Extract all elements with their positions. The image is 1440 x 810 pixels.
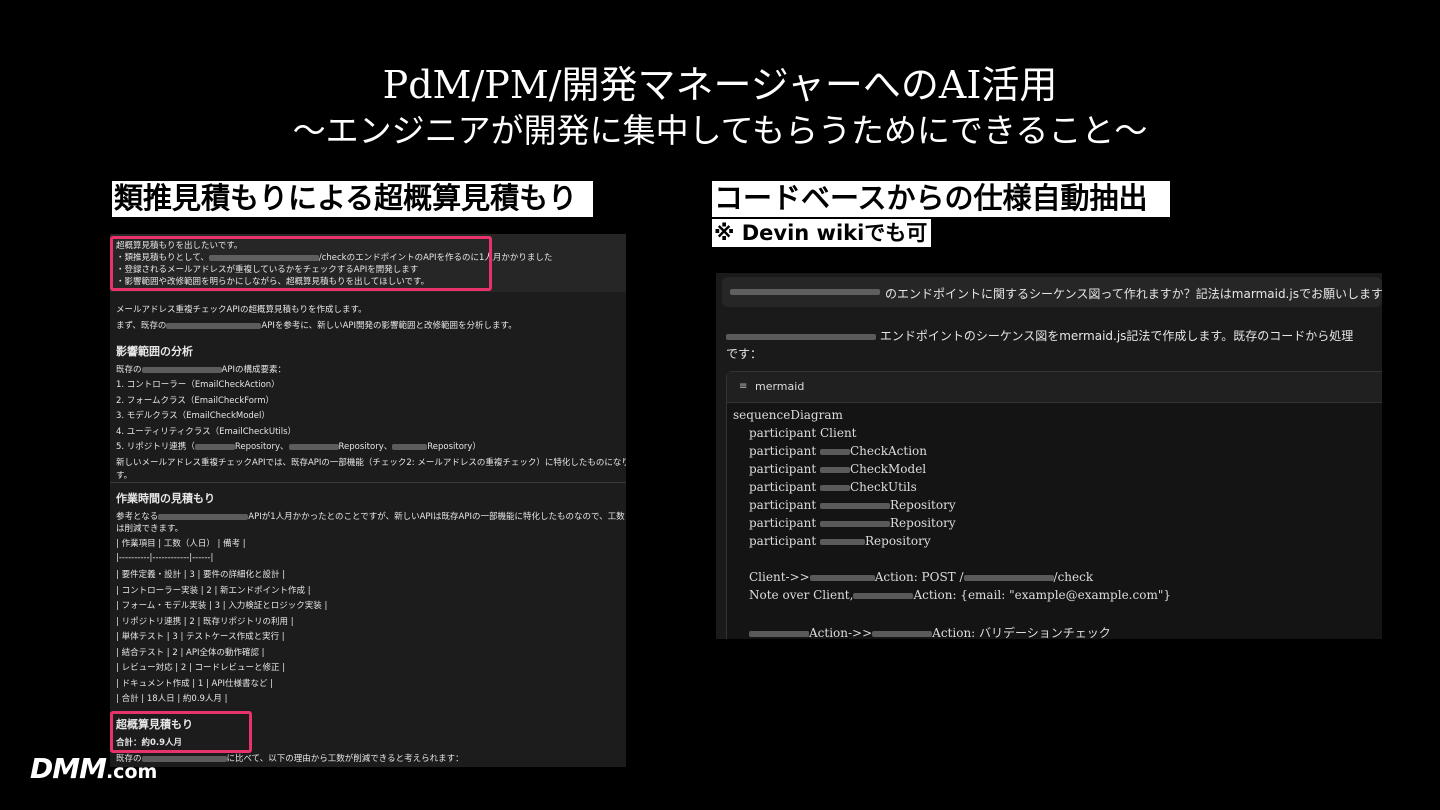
response-intro: メールアドレス重複チェックAPIの超概算見積もりを作成します。 [116, 305, 367, 315]
table-row: | 単体テスト | 3 | テストケース作成と実行 | [116, 632, 285, 642]
table-row: | フォーム・モデル実装 | 3 | 入力検証とロジック実装 | [116, 601, 328, 611]
divider [110, 482, 626, 483]
code-line: participant Client [749, 426, 857, 440]
table-row: | ドキュメント作成 | 1 | API仕様書など | [116, 679, 274, 689]
impact-note: す。 [116, 471, 133, 481]
right-section-note: ※ Devin wikiでも可 [712, 219, 931, 247]
table-row: |----------|------------|------| [116, 553, 214, 563]
table-row: | 作業項目 | 工数（人日） | 備考 | [116, 539, 246, 549]
total-highlight-box [110, 711, 252, 753]
dmm-logo: DMM.com [30, 752, 158, 785]
sequence-diagram-chat-screenshot: のエンドポイントに関するシーケンス図って作れますか？記法はmarmaid.jsで… [716, 273, 1382, 639]
code-line: Client->> Action: POST //check [749, 570, 1094, 584]
response-intro: まず、既存の APIを参考に、新しいAPI開発の影響範囲と改修範囲を分析します。 [116, 321, 517, 331]
user-question: のエンドポイントに関するシーケンス図って作れますか？記法はmarmaid.jsで… [722, 277, 1382, 307]
work-heading: 作業時間の見積もり [116, 492, 215, 505]
impact-item: 2. フォームクラス（EmailCheckForm） [116, 396, 275, 406]
slide-title-line1: PdM/PM/開発マネージャーへのAI活用 [382, 63, 1058, 107]
table-row: | 要件定義・設計 | 3 | 要件の詳細化と設計 | [116, 570, 286, 580]
answer-line: エンドポイントのシーケンス図をmermaid.js記法で作成します。既存のコード… [726, 327, 1353, 344]
prompt-highlight-box [110, 236, 492, 291]
code-icon: ≡ [739, 381, 748, 392]
code-line: Note over Client, Action: {email: "exampl… [749, 588, 1171, 602]
table-row: | コントローラー実装 | 2 | 新エンドポイント作成 | [116, 586, 311, 596]
mermaid-code-block: ≡ mermaid sequenceDiagram participant Cl… [726, 371, 1382, 639]
impact-item: 3. モデルクラス（EmailCheckModel） [116, 411, 270, 421]
work-lead: は削減できます。 [116, 524, 184, 534]
code-block-header: ≡ mermaid [727, 372, 1382, 403]
estimate-chat-screenshot: 超概算見積もりを出したいです。 ・類推見積もりとして、/checkのエンドポイン… [110, 234, 626, 767]
impact-note: 新しいメールアドレス重複チェックAPIでは、既存APIの一部機能（チェック2: … [116, 458, 626, 468]
code-line: Action->> Action: バリデーションチェック [749, 624, 1111, 639]
code-language-label: mermaid [755, 380, 805, 393]
impact-item: 1. コントローラー（EmailCheckAction） [116, 380, 280, 390]
code-line: participant Repository [749, 534, 931, 548]
code-line: participant CheckAction [749, 444, 928, 458]
impact-item: 5. リポジトリ連携（ Repository、 Repository、 Reposit… [116, 442, 481, 452]
code-line: participant Repository [749, 498, 956, 512]
code-line: participant Repository [749, 516, 956, 530]
work-lead: 参考となる APIが1人月かかったとのことですが、新しいAPIは既存APIの一部機… [116, 512, 625, 522]
code-line: participant CheckUtils [749, 480, 917, 494]
table-row: | 結合テスト | 2 | API全体の動作確認 | [116, 648, 265, 658]
right-section-heading: コードベースからの仕様自動抽出 [712, 181, 1170, 217]
code-line: participant CheckModel [749, 462, 927, 476]
left-section-heading: 類推見積もりによる超概算見積もり [112, 181, 593, 217]
table-row: | リポジトリ連携 | 2 | 既存リポジトリの利用 | [116, 617, 294, 627]
impact-lead: 既存の APIの構成要素： [116, 365, 286, 375]
reason-lead: 既存の に比べて、以下の理由から工数が削減できると考えられます： [116, 754, 464, 764]
code-line: sequenceDiagram [733, 408, 843, 422]
slide-title-line2: ～エンジニアが開発に集中してもらうためにできること～ [292, 111, 1148, 150]
impact-item: 4. ユーティリティクラス（EmailCheckUtils） [116, 427, 297, 437]
table-row: | 合計 | 18人日 | 約0.9人月 | [116, 694, 228, 704]
table-row: | レビュー対応 | 2 | コードレビューと修正 | [116, 663, 286, 673]
impact-heading: 影響範囲の分析 [116, 345, 193, 358]
answer-line: です： [726, 347, 763, 361]
